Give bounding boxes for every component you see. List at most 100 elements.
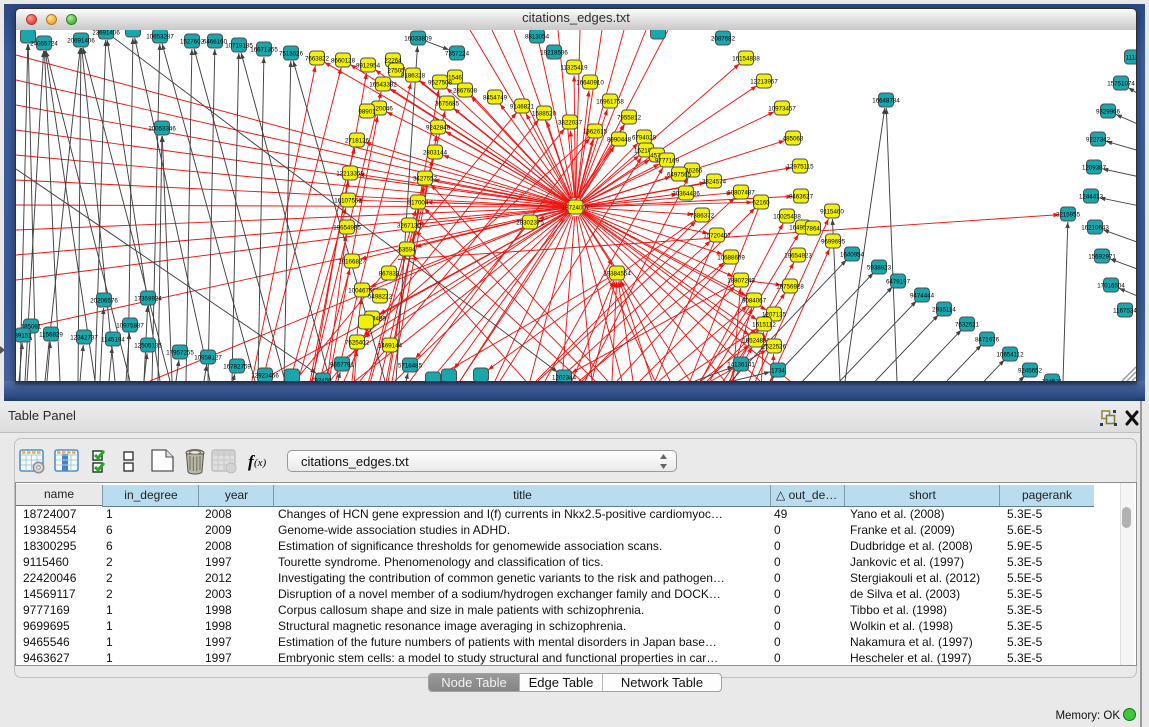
svg-text:19756928: 19756928 bbox=[776, 283, 804, 290]
svg-text:7663822: 7663822 bbox=[305, 55, 330, 62]
svg-text:12213359: 12213359 bbox=[336, 170, 364, 177]
svg-text:28302375: 28302375 bbox=[516, 219, 544, 226]
svg-text:19654923: 19654923 bbox=[784, 252, 812, 259]
svg-text:19384554: 19384554 bbox=[603, 270, 631, 277]
svg-text:16107552: 16107552 bbox=[334, 197, 362, 204]
svg-text:8990448: 8990448 bbox=[607, 136, 632, 143]
svg-text:19166827: 19166827 bbox=[338, 258, 366, 265]
svg-text:62160: 62160 bbox=[752, 199, 770, 206]
svg-text:24055724: 24055724 bbox=[30, 40, 58, 47]
svg-text:16543382: 16543382 bbox=[369, 81, 397, 88]
svg-text:8912954: 8912954 bbox=[356, 62, 381, 69]
svg-text:5498222: 5498222 bbox=[368, 293, 393, 300]
svg-text:9463627: 9463627 bbox=[789, 193, 814, 200]
svg-text:3267130: 3267130 bbox=[397, 222, 422, 229]
svg-text:16782759: 16782759 bbox=[223, 363, 251, 370]
svg-text:19654985: 19654985 bbox=[333, 224, 361, 231]
svg-text:6794028: 6794028 bbox=[632, 134, 657, 141]
svg-text:1167534: 1167534 bbox=[1113, 307, 1136, 314]
svg-text:8813054: 8813054 bbox=[525, 33, 550, 40]
svg-text:9084067: 9084067 bbox=[742, 297, 767, 304]
svg-text:12505135: 12505135 bbox=[134, 342, 162, 349]
svg-text:9657791: 9657791 bbox=[330, 361, 355, 368]
svg-text:18724007: 18724007 bbox=[562, 204, 590, 211]
svg-text:9699695: 9699695 bbox=[821, 238, 846, 245]
svg-text:124521: 124521 bbox=[1042, 378, 1063, 381]
svg-text:2803144: 2803144 bbox=[423, 149, 448, 156]
svg-text:6479197: 6479197 bbox=[886, 278, 911, 285]
svg-text:20691406: 20691406 bbox=[67, 37, 95, 44]
svg-text:7955812: 7955812 bbox=[617, 114, 642, 121]
svg-text:9115460: 9115460 bbox=[820, 208, 844, 215]
svg-text:7357224: 7357224 bbox=[445, 50, 470, 57]
svg-text:12213967: 12213967 bbox=[750, 78, 778, 85]
svg-text:17359924: 17359924 bbox=[134, 295, 162, 302]
svg-text:16154838: 16154838 bbox=[732, 55, 760, 62]
svg-text:9242848: 9242848 bbox=[426, 124, 451, 131]
svg-text:16671355: 16671355 bbox=[250, 46, 278, 53]
svg-text:1362615: 1362615 bbox=[583, 128, 608, 135]
svg-text:7515526: 7515526 bbox=[279, 50, 304, 57]
svg-text:11325419: 11325419 bbox=[560, 64, 588, 71]
svg-text:2935114: 2935114 bbox=[932, 306, 956, 313]
svg-text:17957255: 17957255 bbox=[166, 349, 194, 356]
svg-text:53594: 53594 bbox=[398, 246, 416, 253]
svg-text:20206576: 20206576 bbox=[90, 297, 118, 304]
svg-text:5938923: 5938923 bbox=[867, 264, 892, 271]
svg-text:23691406: 23691406 bbox=[92, 30, 120, 36]
svg-text:8471676: 8471676 bbox=[975, 336, 1000, 343]
svg-text:7386372: 7386372 bbox=[690, 212, 715, 219]
svg-text:10654112: 10654112 bbox=[996, 351, 1024, 358]
svg-text:9777169: 9777169 bbox=[655, 157, 680, 164]
svg-text:317004: 317004 bbox=[408, 199, 429, 206]
svg-text:8186328: 8186328 bbox=[401, 72, 426, 79]
svg-text:3824574: 3824574 bbox=[702, 178, 727, 185]
svg-text:3215955: 3215955 bbox=[1056, 211, 1081, 218]
svg-text:9146821: 9146821 bbox=[510, 103, 535, 110]
svg-text:10958127: 10958127 bbox=[194, 354, 222, 361]
svg-text:15692971: 15692971 bbox=[1088, 253, 1116, 260]
svg-text:20053346: 20053346 bbox=[148, 125, 176, 132]
svg-text:92456: 92456 bbox=[314, 377, 332, 381]
svg-text:(x): (x) bbox=[254, 457, 267, 469]
svg-text:2522526: 2522526 bbox=[762, 343, 787, 350]
svg-text:6497565: 6497565 bbox=[667, 171, 692, 178]
svg-text:10688609: 10688609 bbox=[717, 254, 745, 261]
svg-text:12342737: 12342737 bbox=[70, 334, 98, 341]
svg-text:16033809: 16033809 bbox=[404, 35, 432, 42]
svg-text:1527602: 1527602 bbox=[180, 38, 205, 45]
svg-text:3427552: 3427552 bbox=[413, 175, 438, 182]
svg-text:15720407: 15720407 bbox=[703, 232, 731, 239]
svg-text:16648784: 16648784 bbox=[872, 97, 900, 104]
svg-text:15751074: 15751074 bbox=[1107, 80, 1135, 87]
svg-text:1145194: 1145194 bbox=[101, 336, 125, 343]
svg-text:10025438: 10025438 bbox=[773, 213, 801, 220]
svg-text:39151: 39151 bbox=[16, 332, 32, 339]
svg-text:7625402: 7625402 bbox=[345, 339, 370, 346]
svg-text:1209387: 1209387 bbox=[1082, 164, 1107, 171]
svg-text:17016504: 17016504 bbox=[1097, 282, 1125, 289]
svg-text:12923466: 12923466 bbox=[251, 372, 279, 379]
svg-text:18807249: 18807249 bbox=[727, 277, 755, 284]
svg-text:19218596: 19218596 bbox=[540, 49, 568, 56]
svg-text:9474444: 9474444 bbox=[910, 292, 935, 299]
svg-text:1640954: 1640954 bbox=[840, 251, 865, 258]
svg-text:9227342: 9227342 bbox=[1086, 136, 1111, 143]
svg-text:1112: 1112 bbox=[1126, 54, 1136, 61]
svg-text:867833: 867833 bbox=[379, 270, 400, 277]
svg-text:2867608: 2867608 bbox=[453, 87, 478, 94]
svg-text:16210643: 16210643 bbox=[1081, 224, 1109, 231]
svg-text:7632621: 7632621 bbox=[955, 321, 980, 328]
svg-text:2087682: 2087682 bbox=[711, 35, 736, 42]
svg-text:1615112: 1615112 bbox=[752, 321, 776, 328]
svg-text:3822037: 3822037 bbox=[558, 119, 583, 126]
svg-text:6466160: 6466160 bbox=[203, 38, 228, 45]
svg-text:1734: 1734 bbox=[771, 367, 785, 374]
svg-text:10807487: 10807487 bbox=[727, 189, 755, 196]
svg-text:10975887: 10975887 bbox=[116, 322, 144, 329]
svg-text:9527508: 9527508 bbox=[428, 79, 453, 86]
svg-text:20364436: 20364436 bbox=[672, 190, 700, 197]
svg-text:1588520: 1588520 bbox=[532, 110, 557, 117]
svg-text:10973457: 10973457 bbox=[768, 105, 796, 112]
svg-text:8660128: 8660128 bbox=[331, 57, 356, 64]
